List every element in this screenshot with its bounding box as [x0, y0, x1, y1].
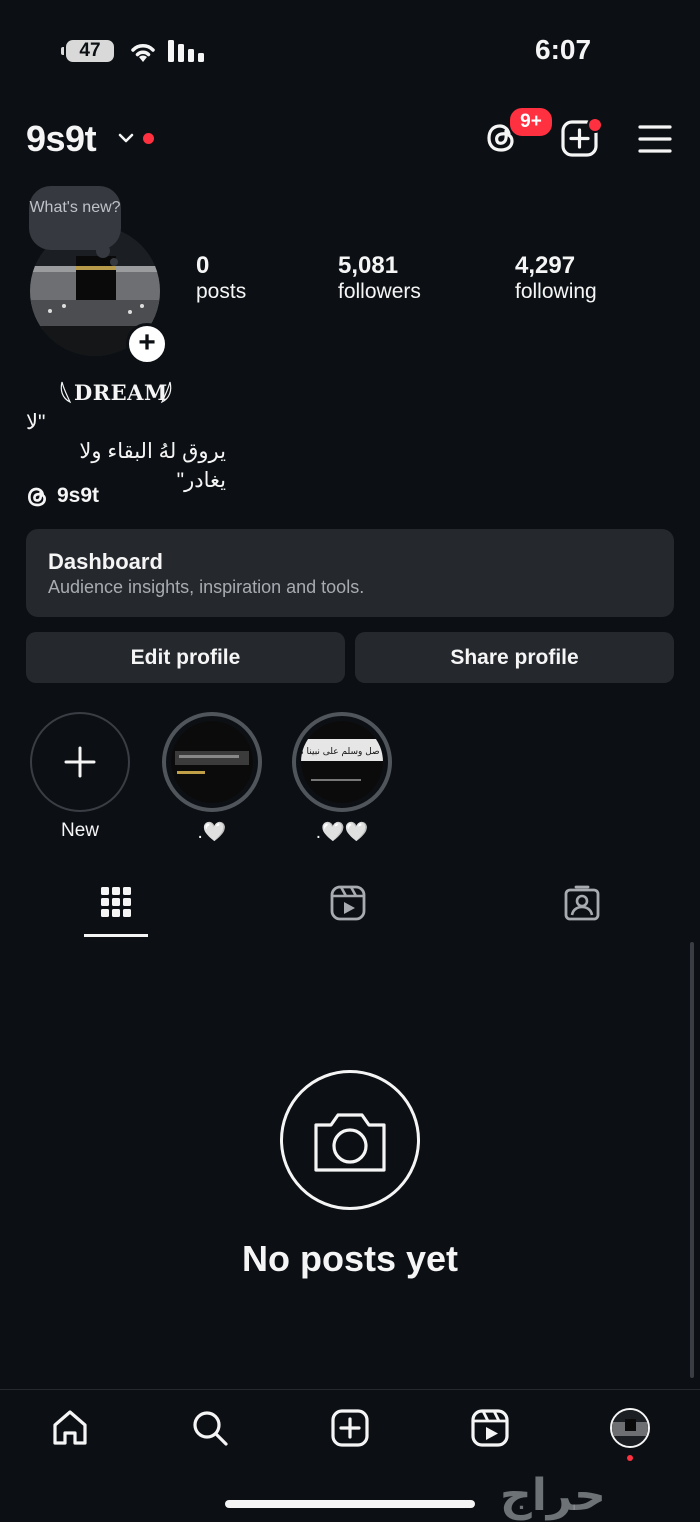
stat-value: 5,081 [338, 252, 399, 279]
reels-nav-icon[interactable] [471, 1409, 509, 1447]
status-time: 6:07 [535, 34, 592, 65]
home-icon[interactable] [51, 1409, 89, 1447]
wing-left-icon [60, 381, 72, 404]
highlight-label: .🤍🤍 [315, 822, 369, 843]
edit-profile-button[interactable]: Edit profile [26, 632, 345, 683]
grid-icon[interactable] [100, 886, 132, 918]
add-story-button[interactable]: + [126, 323, 168, 365]
highlight-2-text: اللهم صل وسلم على نبينا محمد [301, 747, 383, 757]
bio: "لا يروق لهُ البقاء ولا يغادر" [26, 408, 326, 495]
bio-line: "لا [26, 411, 46, 434]
stat-label: following [515, 280, 597, 303]
active-tab-indicator [84, 934, 148, 937]
highlight-cover [171, 721, 253, 803]
camera-icon [314, 1113, 386, 1172]
display-name: DREAM [74, 380, 168, 405]
stat-followers[interactable]: 5,081 followers [338, 252, 421, 304]
stat-following[interactable]: 4,297 following [515, 252, 597, 304]
home-indicator[interactable] [225, 1500, 475, 1508]
highlight-label: New [60, 820, 99, 841]
dashboard-title: Dashboard [48, 549, 163, 574]
wing-right-icon [160, 381, 172, 404]
threads-link-icon [27, 487, 47, 507]
plus-icon [64, 746, 96, 778]
stat-label: posts [196, 280, 247, 303]
highlight-2-image: اللهم صل وسلم على نبينا محمد [301, 721, 383, 803]
empty-state-circle [280, 1070, 420, 1210]
highlight-2[interactable]: اللهم صل وسلم على نبينا محمد [292, 712, 392, 812]
highlight-cover: اللهم صل وسلم على نبينا محمد [301, 721, 383, 803]
create-notification-dot [587, 117, 603, 133]
watermark: حراج [500, 1470, 606, 1521]
new-highlight-button[interactable] [30, 712, 130, 812]
stat-value: 4,297 [515, 252, 576, 279]
profile-nav-avatar[interactable] [610, 1408, 650, 1448]
profile-notification-dot [627, 1455, 633, 1461]
highlight-label: .🤍 [197, 822, 227, 843]
create-post-icon[interactable] [331, 1409, 369, 1447]
highlight-1[interactable] [162, 712, 262, 812]
avatar-thumbnail [612, 1410, 648, 1446]
account-switcher[interactable]: 9s9t [26, 118, 97, 160]
threads-badge: 9+ [508, 106, 554, 138]
battery-indicator: 47 [61, 40, 114, 62]
dashboard-subtitle: Audience insights, inspiration and tools… [48, 577, 365, 597]
note-bubble-tail [96, 244, 110, 258]
note-bubble[interactable]: What's new? [29, 186, 121, 250]
signal-icon [168, 40, 204, 62]
note-bubble-tail-small [110, 258, 118, 266]
share-profile-button[interactable]: Share profile [355, 632, 674, 683]
threads-link[interactable]: 9s9t [57, 484, 99, 508]
bottom-nav-border [0, 1389, 700, 1390]
tagged-icon[interactable] [564, 885, 600, 921]
scrollbar[interactable] [690, 942, 694, 1378]
reels-icon[interactable] [330, 885, 366, 921]
empty-state-text: No posts yet [241, 1238, 459, 1279]
stat-posts[interactable]: 0 posts [196, 252, 246, 304]
stat-label: followers [338, 280, 421, 303]
bio-line: يروق لهُ البقاء ولا يغادر" [79, 440, 226, 492]
wifi-icon [131, 44, 155, 62]
menu-icon[interactable] [638, 124, 672, 154]
dashboard-card[interactable]: Dashboard Audience insights, inspiration… [26, 529, 674, 617]
stat-value: 0 [196, 252, 210, 279]
search-icon[interactable] [191, 1409, 229, 1447]
notification-dot [143, 133, 154, 144]
chevron-down-icon[interactable] [118, 132, 134, 144]
highlight-1-image [171, 721, 253, 803]
